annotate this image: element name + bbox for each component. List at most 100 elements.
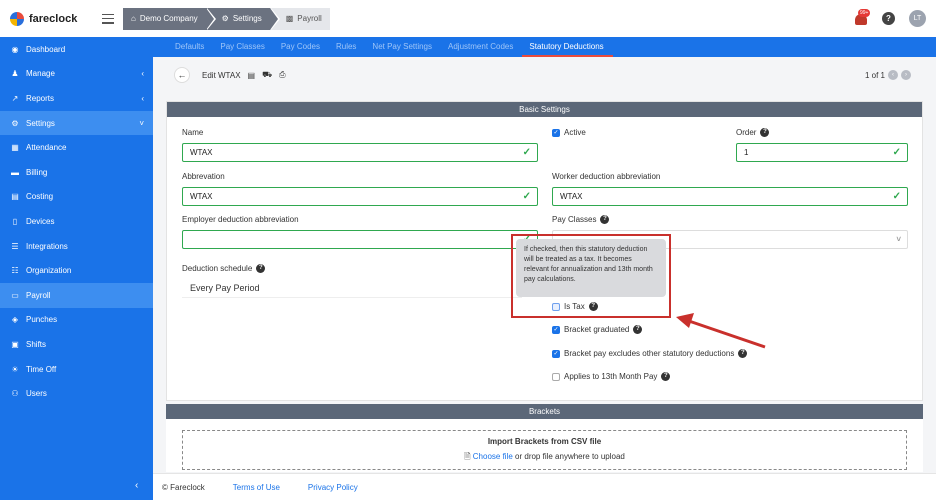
sidebar-item-billing[interactable]: ▬ Billing [0,160,153,185]
section-header: Brackets [166,404,923,419]
name-label: Name [182,128,204,137]
avatar[interactable]: LT [909,10,926,27]
terms-link[interactable]: Terms of Use [233,483,280,492]
costing-icon: ▤ [11,192,19,202]
choose-file-link[interactable]: Choose file [473,452,513,461]
sidebar-item-settings[interactable]: ⚙ Settings ˅ [0,110,153,136]
print-icon[interactable]: ⎙ [279,70,285,80]
dashboard-icon: ◉ [11,44,19,54]
help-button[interactable]: ? [882,12,895,25]
employer-abbreviation-label: Employer deduction abbreviation [182,215,299,224]
checkbox-unchecked-icon [552,372,560,381]
employer-abbreviation-input[interactable]: ✓ [182,230,538,249]
breadcrumb: ⌂ Demo Company ⚙ Settings ▩ Payroll [123,7,330,30]
sidebar: ◉ Dashboard ♟ Manage ‹ ↗ Reports ‹ ⚙ Settings ˅… [0,37,153,500]
brackets-card: Brackets Import Brackets from CSV file 🗎… [166,404,923,472]
sidebar-item-devices[interactable]: ▯ Devices [0,209,153,234]
tab-pay-classes[interactable]: Pay Classes [213,42,273,57]
sidebar-item-punches[interactable]: ◈ Punches [0,308,153,333]
deduction-schedule-label: Deduction schedule? [182,264,266,274]
tab-pay-codes[interactable]: Pay Codes [274,42,329,57]
chevron-left-icon: ‹ [141,69,144,79]
back-button[interactable]: ← [174,67,190,83]
pay-classes-label: Pay Classes? [552,215,610,225]
copyright: © Fareclock [162,482,205,492]
previous-record-button[interactable]: ‹ [888,70,898,80]
home-icon: ⌂ [131,14,136,23]
menu-icon[interactable] [102,13,114,24]
breadcrumb-demo-company[interactable]: ⌂ Demo Company [123,7,216,30]
chevron-down-icon: ˅ [139,118,144,128]
manage-icon: ♟ [11,69,19,79]
check-icon: ✓ [892,191,901,202]
check-icon: ✓ [892,147,901,158]
chevron-left-icon: ‹ [141,93,144,103]
help-icon[interactable]: ? [256,264,266,274]
deduction-schedule-select[interactable]: Every Pay Period‹ [182,278,522,298]
users-icon: ⚇ [11,389,19,399]
page-title: Edit WTAX [202,70,241,80]
sidebar-item-costing[interactable]: ▤ Costing [0,185,153,210]
fareclock-logo-icon [10,11,24,26]
import-instructions: 🗎 Choose file or drop file anywhere to u… [464,452,625,461]
checkbox-checked-icon: ✓ [552,325,560,334]
sidebar-item-shifts[interactable]: ▣ Shifts [0,332,153,357]
sidebar-item-reports[interactable]: ↗ Reports ‹ [0,86,153,111]
csv-dropzone[interactable]: Import Brackets from CSV file 🗎 Choose f… [182,430,907,470]
id-card-icon[interactable]: ▤ [248,71,256,80]
order-label: Order? [736,128,770,138]
sidebar-item-users[interactable]: ⚇ Users [0,381,153,406]
thirteenth-month-checkbox[interactable]: Applies to 13th Month Pay? [552,372,671,381]
sidebar-item-manage[interactable]: ♟ Manage ‹ [0,62,153,87]
plug-icon: ☰ [11,241,19,251]
abbreviation-input[interactable]: WTAX ✓ [182,187,538,206]
worker-abbreviation-label: Worker deduction abbreviation [552,172,661,181]
sidebar-item-organization[interactable]: ☷ Organization [0,258,153,283]
tab-adjustment-codes[interactable]: Adjustment Codes [441,42,522,57]
sidebar-item-payroll[interactable]: ▭ Payroll [0,282,153,308]
section-header: Basic Settings [167,102,922,117]
tab-rules[interactable]: Rules [329,42,365,57]
gear-icon: ⚙ [11,118,19,128]
help-icon[interactable]: ? [661,372,671,381]
pager-count: 1 of 1 [864,70,885,80]
annotation-highlight-box [511,234,671,318]
check-icon: ✓ [522,147,531,158]
sidebar-item-dashboard[interactable]: ◉ Dashboard [0,37,153,62]
reports-icon: ↗ [11,93,19,103]
sidebar-item-time-off[interactable]: ☀ Time Off [0,357,153,382]
payroll-icon: ▭ [11,290,19,300]
order-input[interactable]: 1 ✓ [736,143,908,162]
checkbox-checked-icon: ✓ [552,349,560,358]
app-logo[interactable]: fareclock [10,11,90,26]
attendance-icon: ▦ [11,143,19,153]
notifications-button[interactable]: 99+ [854,8,871,26]
tab-statutory-deductions[interactable]: Statutory Deductions [522,42,613,57]
next-record-button[interactable]: › [901,70,911,80]
worker-abbreviation-input[interactable]: WTAX ✓ [552,187,908,206]
device-icon: ▯ [12,216,18,226]
truck-icon[interactable]: ⛟ [262,70,272,80]
help-icon[interactable]: ? [760,128,770,138]
payroll-icon: ▩ [285,14,294,23]
app-name: fareclock [29,12,78,25]
active-checkbox[interactable]: ✓ Active [552,128,586,137]
billing-icon: ▬ [11,167,19,177]
bracket-graduated-checkbox[interactable]: ✓ Bracket graduated? [552,325,643,334]
notification-badge: 99+ [858,8,871,17]
sidebar-item-integrations[interactable]: ☰ Integrations [0,234,153,259]
tab-defaults[interactable]: Defaults [168,42,213,57]
organization-icon: ☷ [11,266,19,276]
help-icon[interactable]: ? [633,325,643,334]
punches-icon: ◈ [11,315,19,325]
abbreviation-label: Abbrevation [182,172,225,181]
tab-net-pay-settings[interactable]: Net Pay Settings [365,42,441,57]
top-bar: fareclock ⌂ Demo Company ⚙ Settings ▩ Pa… [0,0,936,37]
privacy-link[interactable]: Privacy Policy [308,483,358,492]
import-title: Import Brackets from CSV file [487,437,602,446]
sidebar-item-attendance[interactable]: ▦ Attendance [0,135,153,160]
help-icon[interactable]: ? [600,215,610,225]
settings-tabs: Defaults Pay Classes Pay Codes Rules Net… [153,37,936,57]
name-input[interactable]: WTAX ✓ [182,143,538,162]
sidebar-collapse-icon[interactable]: ‹ [135,480,138,491]
